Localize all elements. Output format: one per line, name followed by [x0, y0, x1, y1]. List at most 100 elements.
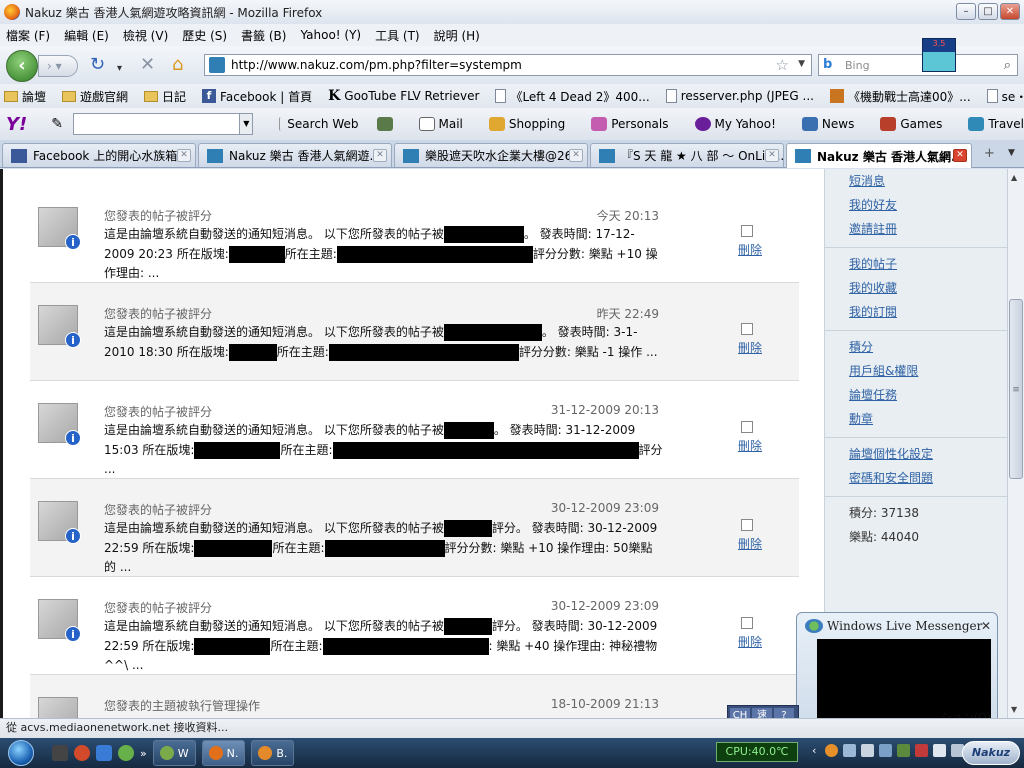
tab-forum-building[interactable]: 樂股遮天吹水企業大樓@26... ✕ [394, 143, 588, 167]
yahoo-search-web[interactable]: Search Web [279, 117, 359, 131]
bookmark-item[interactable]: 《Left 4 Dead 2》400... [495, 88, 650, 105]
stop-icon[interactable]: ✕ [140, 56, 155, 74]
menu-yahoo[interactable]: Yahoo! (Y) [300, 28, 361, 42]
bookmark-item[interactable]: f Facebook | 首頁 [202, 88, 312, 105]
quicklaunch-more-icon[interactable]: » [140, 747, 147, 760]
reload-icon[interactable]: ↻ [90, 56, 105, 74]
tab-tianlong[interactable]: 『S 天 龍 ★ 八 部 ～ OnLin... ✕ [590, 143, 784, 167]
quicklaunch-ie-icon[interactable] [96, 745, 112, 761]
tab-close-icon[interactable]: ✕ [953, 149, 967, 162]
yahoo-news[interactable]: News [801, 117, 854, 131]
yahoo-personals[interactable]: Personals [591, 117, 669, 131]
yahoo-search-dropdown-icon[interactable]: ▼ [239, 113, 254, 135]
tray-arrow-icon[interactable]: ‹ [812, 744, 820, 757]
home-icon[interactable]: ⌂ [172, 56, 183, 74]
yahoo-games[interactable]: Games [880, 117, 942, 131]
tray-orange-icon[interactable] [825, 744, 838, 757]
message-checkbox[interactable] [741, 323, 753, 335]
menu-file[interactable]: 檔案 (F) [6, 27, 50, 44]
address-bar[interactable]: http://www.nakuz.com/pm.php?filter=syste… [204, 54, 812, 76]
tray-monitor-icon[interactable] [933, 744, 946, 757]
bookmark-item[interactable]: resserver.php (JPEG ... [665, 89, 814, 103]
taskbar-item-nakuz[interactable]: N. [201, 740, 246, 766]
bookmark-star-icon[interactable]: ☆ [776, 56, 789, 74]
scroll-down-icon[interactable]: ▼ [1011, 705, 1017, 714]
tab-close-icon[interactable]: ✕ [569, 149, 583, 162]
messenger-close-icon[interactable]: ✕ [981, 619, 991, 633]
sidebar-link-favorites[interactable]: 我的收藏 [849, 276, 1007, 300]
minimize-button[interactable]: – [956, 3, 976, 20]
bookmark-item[interactable]: K GooTube FLV Retriever [328, 88, 479, 104]
yahoo-my-yahoo[interactable]: My Yahoo! [694, 117, 776, 131]
scroll-up-icon[interactable]: ▲ [1011, 173, 1017, 182]
menu-edit[interactable]: 編輯 (E) [64, 27, 109, 44]
quicklaunch-media-icon[interactable] [52, 745, 68, 761]
yahoo-logo[interactable]: Y! [6, 114, 27, 135]
bookmark-item[interactable]: 遊戲官網 [62, 88, 128, 105]
sidebar-link-settings[interactable]: 論壇個性化設定 [849, 442, 1007, 466]
quicklaunch-messenger-icon[interactable] [118, 745, 134, 761]
taskbar-item-word[interactable]: W [152, 740, 196, 766]
sidebar-link-points[interactable]: 積分 [849, 335, 1007, 359]
search-icon[interactable]: ⌕ [1004, 58, 1011, 73]
menu-help[interactable]: 說明 (H) [434, 27, 480, 44]
message-checkbox[interactable] [741, 617, 753, 629]
sidebar-link-friends[interactable]: 我的好友 [849, 193, 1007, 217]
shield-tool[interactable] [376, 117, 393, 131]
delete-link[interactable]: 刪除 [738, 241, 762, 258]
bookmark-item[interactable]: 日記 [144, 88, 186, 105]
close-button[interactable]: ✕ [1000, 3, 1020, 20]
tray-shield-icon[interactable] [897, 744, 910, 757]
delete-link[interactable]: 刪除 [738, 339, 762, 356]
message-title[interactable]: 您發表的帖子被評分 [104, 305, 212, 322]
message-title[interactable]: 您發表的帖子被評分 [104, 501, 212, 518]
forward-button[interactable]: › ▾ [38, 55, 78, 77]
tab-nakuz-1[interactable]: Nakuz 樂古 香港人氣網遊... ✕ [198, 143, 392, 167]
bookmark-item[interactable]: 《機動戰士高達00》... [829, 88, 971, 105]
yahoo-shopping[interactable]: Shopping [488, 117, 565, 131]
sidebar-link-medals[interactable]: 勳章 [849, 407, 1007, 431]
search-box[interactable]: b Bing ⌕ [818, 54, 1018, 76]
sidebar-link-tasks[interactable]: 論壇任務 [849, 383, 1007, 407]
address-dropdown-icon[interactable]: ▼ [798, 59, 805, 69]
sidebar-link-pm[interactable]: 短消息 [849, 169, 1007, 193]
menu-history[interactable]: 歷史 (S) [182, 27, 227, 44]
delete-link[interactable]: 刪除 [738, 633, 762, 650]
delete-link[interactable]: 刪除 [738, 535, 762, 552]
quicklaunch-browser-icon[interactable] [74, 745, 90, 761]
maximize-button[interactable]: □ [978, 3, 998, 20]
message-checkbox[interactable] [741, 225, 753, 237]
messenger-popup[interactable]: Windows Live Messenger✕ ション(O) [796, 612, 998, 728]
sidebar-link-subscriptions[interactable]: 我的訂閱 [849, 300, 1007, 324]
message-checkbox[interactable] [741, 519, 753, 531]
tab-facebook-aquarium[interactable]: Facebook 上的開心水族箱 ✕ [2, 143, 196, 167]
nakuz-tray-logo[interactable]: Nakuz [962, 741, 1020, 765]
yahoo-search-input[interactable]: ▼ [72, 113, 254, 135]
bing-icon[interactable]: b [823, 58, 841, 72]
message-title[interactable]: 您發表的帖子被評分 [104, 599, 212, 616]
menu-view[interactable]: 檢視 (V) [123, 27, 168, 44]
tray-volume-icon[interactable] [861, 744, 874, 757]
menu-bookmarks[interactable]: 書籤 (B) [241, 27, 286, 44]
message-title[interactable]: 您發表的主題被執行管理操作 [104, 697, 260, 714]
tab-close-icon[interactable]: ✕ [373, 149, 387, 162]
tray-red-icon[interactable] [915, 744, 928, 757]
delete-link[interactable]: 刪除 [738, 437, 762, 454]
sidebar-link-invite[interactable]: 邀請註冊 [849, 217, 1007, 241]
back-button[interactable]: ‹ [6, 50, 38, 82]
yahoo-travel[interactable]: Travel [968, 117, 1024, 131]
vertical-scrollbar[interactable]: ▲ ≡ ▼ [1007, 169, 1024, 718]
sidebar-link-usergroup[interactable]: 用戶組&權限 [849, 359, 1007, 383]
message-checkbox[interactable] [741, 421, 753, 433]
message-title[interactable]: 您發表的帖子被評分 [104, 403, 212, 420]
yahoo-mail[interactable]: Mail [418, 117, 463, 131]
start-button[interactable] [0, 738, 40, 768]
tray-network-icon[interactable] [843, 744, 856, 757]
tray-settings-icon[interactable] [879, 744, 892, 757]
menu-tools[interactable]: 工具 (T) [375, 27, 420, 44]
new-tab-icon[interactable]: + [984, 146, 995, 161]
tab-close-icon[interactable]: ✕ [177, 149, 191, 162]
tab-close-icon[interactable]: ✕ [765, 149, 779, 162]
bookmark-item[interactable]: se・きらら -top- [986, 88, 1024, 105]
sidebar-link-my-posts[interactable]: 我的帖子 [849, 252, 1007, 276]
